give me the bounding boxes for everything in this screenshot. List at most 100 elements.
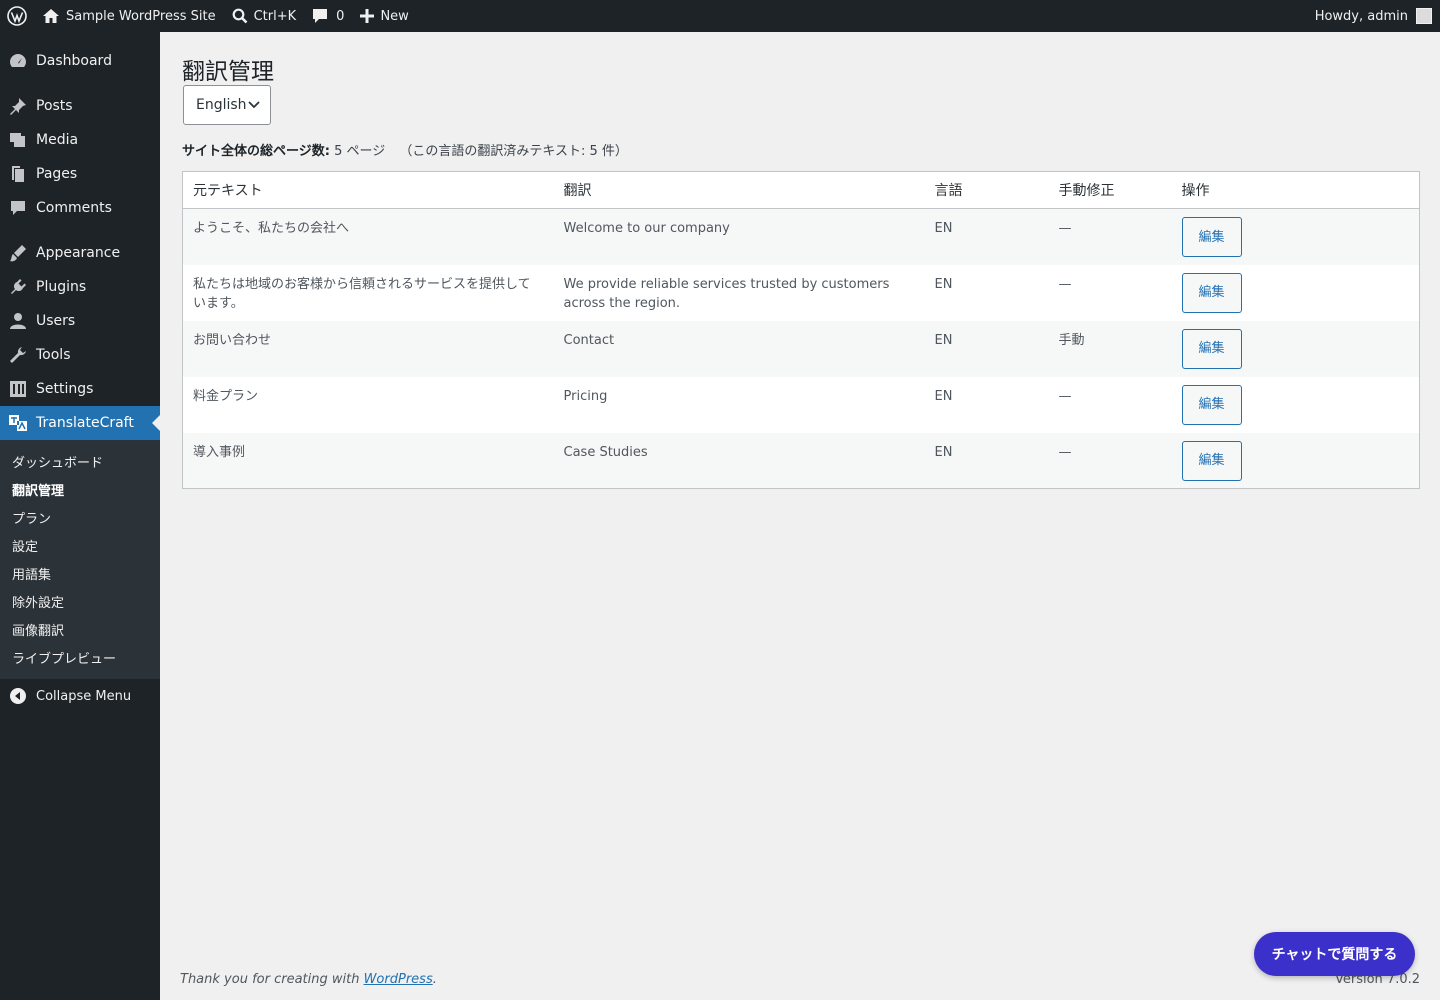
sidebar-item-label: Comments — [36, 200, 112, 216]
sidebar-item-appearance[interactable]: Appearance — [0, 236, 160, 270]
chat-question-button[interactable]: チャットで質問する — [1254, 932, 1415, 976]
translate-icon — [8, 413, 28, 433]
cell-source: お問い合わせ — [193, 332, 272, 348]
comments-link[interactable]: 0 — [304, 0, 352, 32]
cell-manual: — — [1058, 276, 1072, 292]
header-translation: 翻訳 — [553, 171, 925, 209]
edit-button[interactable]: 編集 — [1181, 384, 1242, 425]
submenu-item-dashboard[interactable]: ダッシュボード — [0, 447, 160, 475]
footer-thanks: Thank you for creating with WordPress. — [180, 972, 437, 987]
cell-language: EN — [934, 388, 953, 404]
wordpress-link[interactable]: WordPress — [364, 972, 433, 987]
home-icon — [43, 9, 59, 23]
cell-manual: — — [1058, 388, 1072, 404]
sidebar-item-dashboard[interactable]: Dashboard — [0, 44, 160, 78]
avatar — [1416, 8, 1432, 24]
language-select-value: English — [196, 97, 247, 113]
submenu-item-settings[interactable]: 設定 — [0, 531, 160, 559]
sidebar-item-label: Settings — [36, 381, 94, 397]
site-name: Sample WordPress Site — [66, 8, 216, 24]
search-icon — [232, 8, 248, 24]
comment-icon — [8, 198, 28, 218]
new-content-link[interactable]: New — [352, 0, 416, 32]
chevron-down-icon — [248, 101, 260, 109]
sidebar-item-users[interactable]: Users — [0, 304, 160, 338]
cell-translation: Case Studies — [563, 444, 648, 460]
table-row: 料金プラン Pricing EN — 編集 — [182, 376, 1420, 433]
cell-source: 導入事例 — [193, 444, 246, 460]
sidebar-item-media[interactable]: Media — [0, 123, 160, 157]
header-source: 元テキスト — [182, 171, 554, 209]
pin-icon — [8, 96, 28, 116]
my-account-link[interactable]: Howdy, admin — [1307, 0, 1440, 32]
new-label: New — [380, 8, 409, 24]
pages-icon — [8, 164, 28, 184]
submenu-item-plans[interactable]: プラン — [0, 503, 160, 531]
admin-sidebar: Dashboard Posts Media Pages Comments App… — [0, 32, 160, 1000]
summary-value: 5 ページ — [334, 144, 386, 159]
sidebar-item-label: Media — [36, 132, 79, 148]
table-row: お問い合わせ Contact EN 手動 編集 — [182, 320, 1420, 377]
sidebar-item-label: Users — [36, 313, 76, 329]
cell-language: EN — [934, 332, 953, 348]
cell-source: 私たちは地域のお客様から信頼されるサービスを提供しています。 — [193, 276, 531, 311]
plugin-icon — [8, 277, 28, 297]
header-language: 言語 — [924, 171, 1049, 209]
footer-thanks-prefix: Thank you for creating with — [180, 972, 364, 987]
submenu-item-exclusions[interactable]: 除外設定 — [0, 587, 160, 615]
site-name-link[interactable]: Sample WordPress Site — [34, 0, 224, 32]
submenu-item-live-preview[interactable]: ライブプレビュー — [0, 643, 160, 671]
comment-icon — [313, 9, 328, 23]
summary-label: サイト全体の総ページ数: — [182, 144, 330, 159]
footer-thanks-suffix: . — [432, 972, 437, 987]
admin-bar: Sample WordPress Site Ctrl+K 0 New Howdy… — [0, 0, 1440, 32]
cell-translation: Pricing — [563, 388, 608, 404]
sidebar-item-plugins[interactable]: Plugins — [0, 270, 160, 304]
language-select[interactable]: English — [183, 85, 271, 125]
cell-language: EN — [934, 221, 953, 236]
settings-icon — [8, 379, 28, 399]
sidebar-item-translatecraft[interactable]: TranslateCraft — [0, 406, 160, 440]
wordpress-logo-icon[interactable] — [0, 0, 34, 32]
sidebar-item-settings[interactable]: Settings — [0, 372, 160, 406]
cell-manual: — — [1058, 444, 1072, 460]
comments-count: 0 — [336, 8, 345, 24]
cell-manual: — — [1058, 221, 1072, 236]
cell-translation: Contact — [563, 332, 615, 348]
edit-button[interactable]: 編集 — [1181, 217, 1242, 257]
media-icon — [8, 130, 28, 150]
sidebar-item-label: Pages — [36, 166, 78, 182]
header-actions: 操作 — [1171, 171, 1420, 209]
wrench-icon — [8, 345, 28, 365]
sidebar-item-pages[interactable]: Pages — [0, 157, 160, 191]
table-header-row: 元テキスト 翻訳 言語 手動修正 操作 — [182, 171, 1420, 209]
cell-source: ようこそ、私たちの会社へ — [193, 221, 350, 236]
table-row: 導入事例 Case Studies EN — 編集 — [182, 432, 1420, 489]
sidebar-item-tools[interactable]: Tools — [0, 338, 160, 372]
submenu-item-translations[interactable]: 翻訳管理 — [0, 475, 160, 503]
table-row: ようこそ、私たちの会社へ Welcome to our company EN —… — [182, 208, 1420, 265]
submenu-item-image-translation[interactable]: 画像翻訳 — [0, 615, 160, 643]
translatecraft-submenu: ダッシュボード 翻訳管理 プラン 設定 用語集 除外設定 画像翻訳 ライブプレビ… — [0, 440, 160, 679]
edit-button[interactable]: 編集 — [1181, 272, 1242, 313]
brush-icon — [8, 243, 28, 263]
sidebar-item-label: Plugins — [36, 279, 87, 295]
edit-button[interactable]: 編集 — [1181, 440, 1242, 481]
submenu-item-glossary[interactable]: 用語集 — [0, 559, 160, 587]
greeting: Howdy, admin — [1314, 8, 1408, 24]
sidebar-item-posts[interactable]: Posts — [0, 89, 160, 123]
cell-translation: Welcome to our company — [563, 221, 730, 236]
page-summary: サイト全体の総ページ数: 5 ページ （この言語の翻訳済みテキスト: 5 件） — [182, 140, 628, 159]
search-shortcut[interactable]: Ctrl+K — [224, 0, 305, 32]
summary-translated-count: （この言語の翻訳済みテキスト: 5 件） — [399, 144, 628, 159]
collapse-menu-button[interactable]: Collapse Menu — [0, 679, 160, 713]
table-row: 私たちは地域のお客様から信頼されるサービスを提供しています。 We provid… — [182, 264, 1420, 321]
cell-manual: 手動 — [1058, 332, 1085, 348]
page-title: 翻訳管理 — [182, 59, 274, 85]
sidebar-item-label: Appearance — [36, 245, 121, 261]
edit-button[interactable]: 編集 — [1181, 328, 1242, 369]
plus-icon — [360, 9, 375, 23]
sidebar-item-label: TranslateCraft — [36, 415, 134, 431]
sidebar-item-comments[interactable]: Comments — [0, 191, 160, 225]
sidebar-item-label: Dashboard — [36, 53, 112, 69]
